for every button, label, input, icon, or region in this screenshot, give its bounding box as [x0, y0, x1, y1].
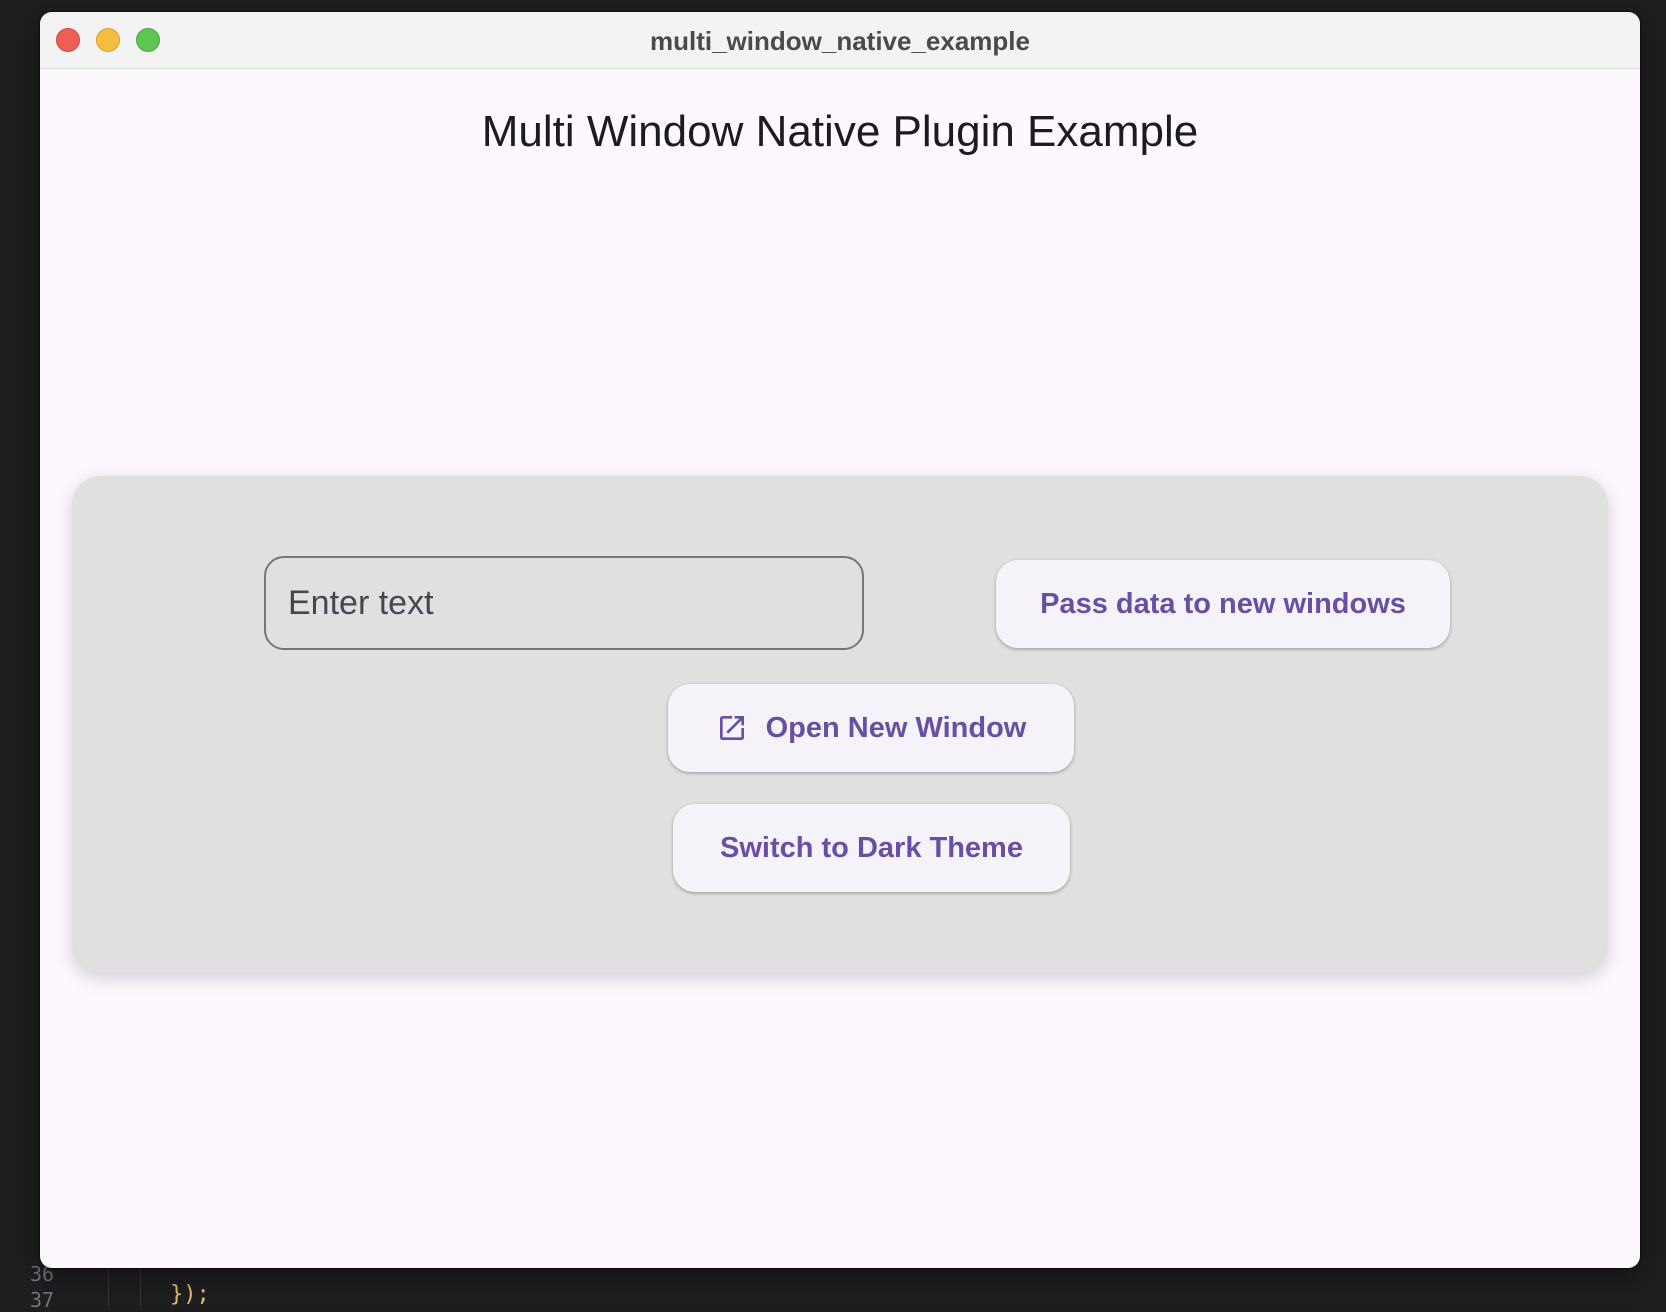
switch-theme-button[interactable]: Switch to Dark Theme — [673, 804, 1070, 892]
page-title: Multi Window Native Plugin Example — [481, 107, 1199, 156]
open-new-window-button-label: Open New Window — [765, 711, 1027, 744]
indent-guide — [108, 1268, 109, 1306]
pass-data-button[interactable]: Pass data to new windows — [996, 560, 1450, 648]
switch-theme-button-label: Switch to Dark Theme — [720, 831, 1023, 864]
open-in-new-icon — [716, 712, 748, 744]
open-new-window-button[interactable]: Open New Window — [668, 684, 1074, 772]
text-input[interactable] — [264, 556, 864, 650]
pass-data-button-label: Pass data to new windows — [1040, 587, 1406, 620]
code-line: }); — [170, 1282, 210, 1307]
indent-guide — [140, 1268, 141, 1306]
line-number: 37 — [30, 1288, 55, 1312]
title-bar[interactable]: multi_window_native_example — [40, 12, 1640, 69]
window-title: multi_window_native_example — [649, 26, 1030, 56]
controls-card: Pass data to new windows Open New Window… — [72, 476, 1608, 972]
app-window: multi_window_native_example Multi Window… — [40, 12, 1640, 1268]
